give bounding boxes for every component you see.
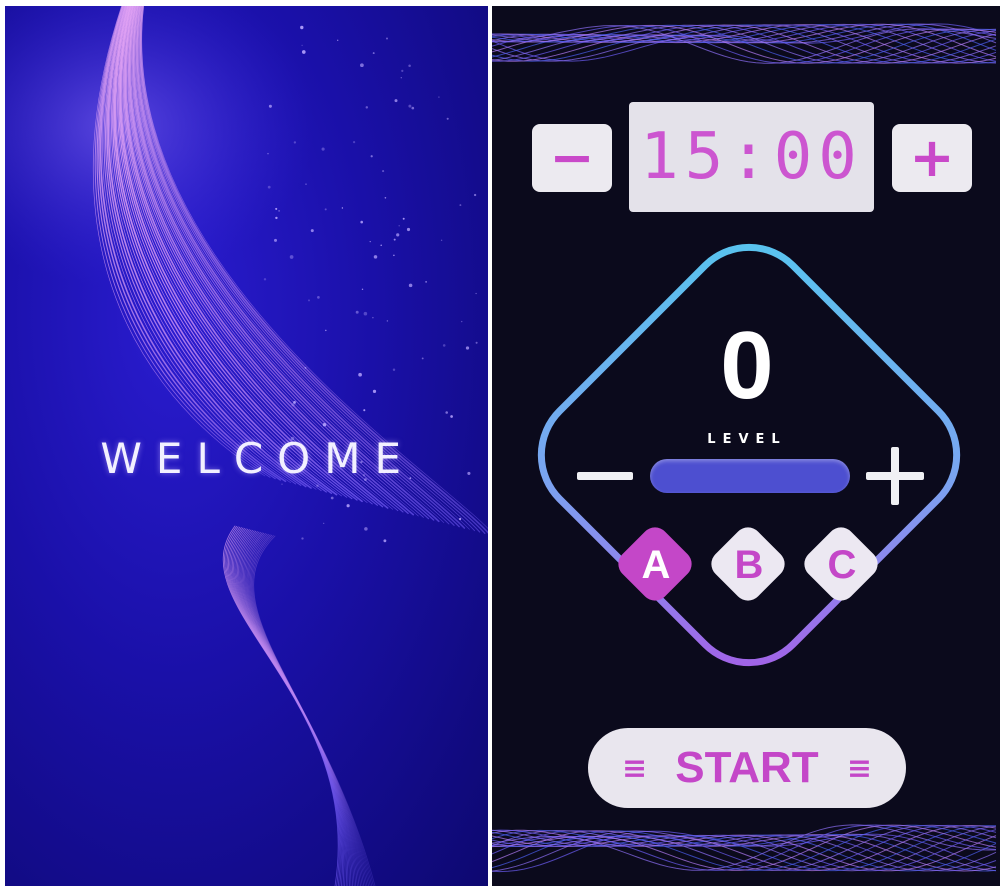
level-value: 0 [720, 312, 774, 419]
welcome-screen: WELCOME [5, 6, 488, 886]
level-slider[interactable] [650, 459, 850, 493]
level-decrease-button[interactable] [577, 472, 633, 480]
mode-label: B [734, 542, 764, 587]
top-wave-decoration [492, 23, 997, 64]
mode-a-button[interactable]: A [611, 520, 701, 610]
mode-label: C [827, 542, 857, 587]
plus-icon: + [909, 126, 955, 189]
minus-icon: − [549, 126, 595, 189]
mode-c-button[interactable]: C [797, 520, 887, 610]
mode-label: A [641, 542, 671, 587]
welcome-text: WELCOME [100, 434, 415, 483]
plus-icon [891, 447, 899, 505]
timer-value: 15:00 [640, 120, 863, 194]
bottom-wave-decoration [492, 824, 997, 873]
start-label: START [675, 743, 819, 792]
start-button[interactable]: ≡ START ≡ [588, 728, 906, 808]
control-screen: − 15:00 + 0 LEVEL A B C ≡ START ≡ [492, 6, 1000, 886]
level-label: LEVEL [707, 432, 787, 447]
mode-b-button[interactable]: B [704, 520, 794, 610]
timer-decrease-button[interactable]: − [532, 124, 612, 192]
timer-display: 15:00 [629, 102, 874, 212]
timer-increase-button[interactable]: + [892, 124, 972, 192]
menu-icon: ≡ [622, 750, 648, 786]
menu-icon: ≡ [846, 750, 872, 786]
